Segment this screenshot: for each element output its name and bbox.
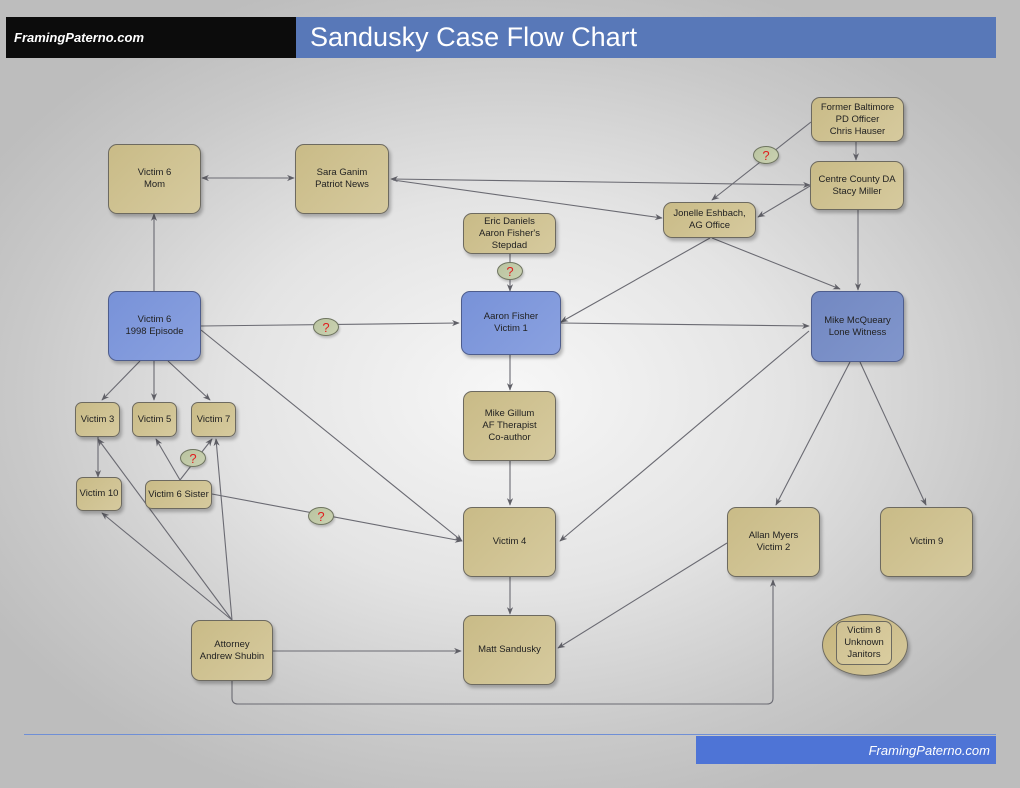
edge-v6-v3 bbox=[101, 360, 141, 401]
node-sara-ganim[interactable]: Sara Ganim Patriot News bbox=[295, 144, 389, 214]
question-marker-sister-v7: ? bbox=[180, 449, 206, 467]
edge-mcqueary-myers bbox=[775, 361, 851, 506]
edge-v6sister-v5 bbox=[155, 438, 181, 481]
node-victim-6-sister[interactable]: Victim 6 Sister bbox=[145, 480, 212, 509]
node-victim-6-1998[interactable]: Victim 6 1998 Episode bbox=[108, 291, 201, 361]
edge-fisher-mcqueary bbox=[560, 322, 810, 329]
node-victim-6-mom[interactable]: Victim 6 Mom bbox=[108, 144, 201, 214]
node-victim-7[interactable]: Victim 7 bbox=[191, 402, 236, 437]
footer-divider bbox=[24, 734, 996, 735]
edge-ganim-miller bbox=[390, 176, 811, 188]
node-mike-mcqueary[interactable]: Mike McQueary Lone Witness bbox=[811, 291, 904, 362]
node-eric-daniels[interactable]: Eric Daniels Aaron Fisher's Stepdad bbox=[463, 213, 556, 254]
edge-eshbach-fisher bbox=[560, 237, 711, 323]
node-andrew-shubin[interactable]: Attorney Andrew Shubin bbox=[191, 620, 273, 681]
question-marker-v6-fisher: ? bbox=[313, 318, 339, 336]
edge-v6-v4 bbox=[200, 329, 463, 542]
node-victim-9[interactable]: Victim 9 bbox=[880, 507, 973, 577]
node-victim-10[interactable]: Victim 10 bbox=[76, 477, 122, 511]
node-jonelle-eshbach[interactable]: Jonelle Eshbach, AG Office bbox=[663, 202, 756, 238]
edge-mcqueary-v9 bbox=[859, 361, 927, 506]
node-allan-myers[interactable]: Allan Myers Victim 2 bbox=[727, 507, 820, 577]
node-victim-5[interactable]: Victim 5 bbox=[132, 402, 177, 437]
node-chris-hauser[interactable]: Former Baltimore PD Officer Chris Hauser bbox=[811, 97, 904, 142]
question-marker-sister-v4: ? bbox=[308, 507, 334, 525]
edge-miller-eshbach bbox=[757, 185, 811, 218]
edge-shubin-v10 bbox=[101, 512, 233, 621]
node-victim-4[interactable]: Victim 4 bbox=[463, 507, 556, 577]
question-marker-daniels-fisher: ? bbox=[497, 262, 523, 280]
node-victim-8[interactable]: Victim 8 Unknown Janitors bbox=[836, 621, 892, 665]
edge-v6-v7 bbox=[167, 360, 211, 401]
edge-shubin-v7 bbox=[213, 438, 233, 621]
edge-v6sister-v4 bbox=[211, 493, 463, 543]
node-aaron-fisher[interactable]: Aaron Fisher Victim 1 bbox=[461, 291, 561, 355]
edge-myers-matt bbox=[557, 542, 728, 649]
question-marker-hauser-eshbach: ? bbox=[753, 146, 779, 164]
edge-eshbach-mcqueary bbox=[711, 237, 841, 290]
node-stacy-miller[interactable]: Centre County DA Stacy Miller bbox=[810, 161, 904, 210]
node-matt-sandusky[interactable]: Matt Sandusky bbox=[463, 615, 556, 685]
edge-shubin-v3 bbox=[97, 438, 233, 621]
node-victim-3[interactable]: Victim 3 bbox=[75, 402, 120, 437]
site-label-footer: FramingPaterno.com bbox=[696, 736, 996, 764]
node-mike-gillum[interactable]: Mike Gillum AF Therapist Co-author bbox=[463, 391, 556, 461]
